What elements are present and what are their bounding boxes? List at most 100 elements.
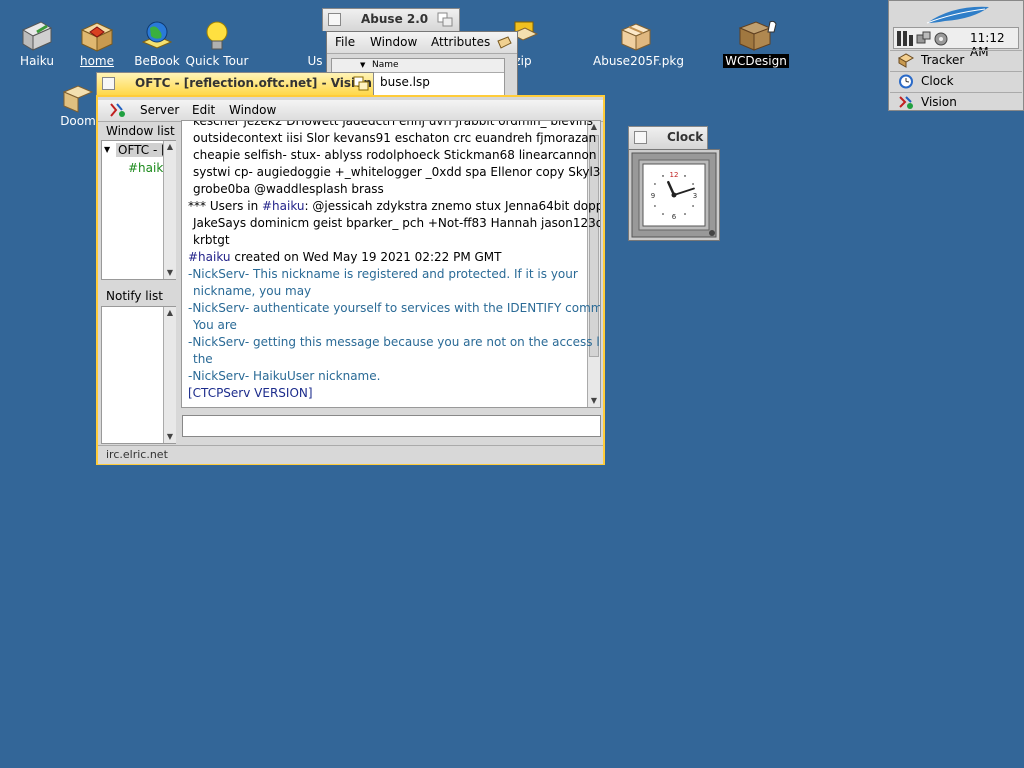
vision-menubar: Server Edit Window [98,100,603,122]
chat-line: JakeSays dominicm geist bparker_ pch +No… [193,216,601,230]
vision-window: Server Edit Window Window list ▼ OFTC - … [96,95,605,465]
name-column-header[interactable]: ▼ Name [332,59,504,73]
desktop-icon-label: WCDesign [723,54,789,68]
menu-edit[interactable]: Edit [192,103,215,117]
chat-line: #haiku created on Wed May 19 2021 02:22 … [188,250,502,264]
vision-window-title: OFTC - [reflection.oftc.net] - Vision [135,76,372,90]
vision-window-tab[interactable]: OFTC - [reflection.oftc.net] - Vision [96,72,374,95]
clock-window: 12 3 6 9 [628,149,720,241]
abuse-close-button[interactable] [328,13,341,26]
menu-attributes[interactable]: Attributes [431,35,490,49]
menu-file[interactable]: File [335,35,355,49]
home-folder-icon [80,22,114,52]
clock-tick [654,205,656,207]
cpu-monitor-icon[interactable] [897,31,915,46]
chat-line: -NickServ- This nickname is registered a… [188,267,578,281]
deskbar: 11:12 AM Tracker Clock Vision [888,0,1024,111]
volume-icon[interactable] [934,31,948,47]
deskbar-item-tracker[interactable]: Tracker [890,50,1022,70]
chat-line: krbtgt [193,233,230,247]
desktop-icon-label: Us [307,54,323,68]
scroll-up-icon[interactable]: ▲ [164,141,176,153]
chat-line: kescher jezek2 DHowett jadedctrl ennj uv… [193,120,593,128]
window-list-scrollbar[interactable]: ▲ ▼ [163,141,176,279]
zoom-icon[interactable] [353,76,369,91]
desktop-icon-quick-tour[interactable]: Quick Tour [172,18,262,68]
network-icon[interactable] [916,31,932,47]
scroll-down-icon[interactable]: ▼ [588,395,600,407]
notify-list-panel: ▲ ▼ [101,306,176,444]
vision-app-icon[interactable] [108,102,126,119]
abuse-window-tab[interactable]: Abuse 2.0 [322,8,460,31]
desktop-icon-label: Abuse205F.pkg [593,54,684,68]
channel-tree-item[interactable]: #haiku [128,161,164,175]
zoom-icon[interactable] [437,12,453,27]
clock-tick [654,183,656,185]
deskbar-item-vision[interactable]: Vision [890,92,1022,111]
clock-numeral: 9 [651,192,655,200]
clock-close-button[interactable] [634,131,647,144]
window-list-label: Window list [106,124,175,138]
lightbulb-icon [206,21,228,50]
channel-link[interactable]: #haiku [262,199,305,213]
chat-line: -NickServ- getting this message because … [188,335,601,349]
desktop-icon-label: Haiku [20,54,54,68]
clock-tick [684,213,686,215]
desktop-icon-abuse-pkg[interactable]: Abuse205F.pkg [591,18,684,68]
desktop-icon-wcdesign[interactable]: WCDesign [711,18,801,68]
chat-line: systwi cp- augiedoggie +_whitelogger _0x… [193,165,601,179]
desktop-icon-label: home [79,54,115,68]
deskbar-tray: 11:12 AM [893,27,1019,59]
chat-line: nickname, you may [193,284,312,298]
desktop-icon-label: Doom [60,114,96,128]
clock-numeral: 12 [670,171,679,179]
clock-numeral: 3 [693,192,697,200]
clock-tick [692,205,694,207]
clock-app-icon [899,74,913,89]
desktop-icon-label: Quick Tour [185,54,249,68]
chat-line: the [193,352,213,366]
abuse-window-title: Abuse 2.0 [361,12,429,26]
menu-window[interactable]: Window [370,35,417,49]
package-icon [620,23,652,51]
scroll-down-icon[interactable]: ▼ [164,431,176,443]
window-list-panel: ▼ OFTC - [ #haiku ▲ ▼ [101,140,176,280]
menu-window[interactable]: Window [229,103,276,117]
expand-arrow-icon[interactable]: ▼ [104,145,110,154]
clock-tick [662,213,664,215]
bebook-globe-icon [141,21,173,49]
message-input[interactable] [182,415,601,437]
chat-line: You are [193,318,237,332]
status-bar: irc.elric.net [98,445,603,464]
chat-line: -NickServ- authenticate yourself to serv… [188,301,601,315]
vision-icon [899,96,913,109]
scroll-up-icon[interactable]: ▲ [164,307,176,319]
deskbar-item-clock[interactable]: Clock [890,71,1022,91]
clock-tick [684,175,686,177]
clock-tick [692,183,694,185]
vision-close-button[interactable] [102,77,115,90]
haiku-leaf-logo-icon[interactable] [923,3,993,27]
clock-window-title: Clock [667,130,704,144]
server-status: irc.elric.net [106,448,168,461]
chat-line: cheapie selfish- stux- ablyss rodolphoec… [193,148,597,162]
analog-clock-face: 12 3 6 9 [631,152,717,238]
doom-package-icon [62,85,94,113]
tracker-icon [898,53,914,68]
channel-link[interactable]: #haiku [188,250,231,264]
chat-line: outsidecontext iisi Slor kevans91 eschat… [193,131,597,145]
clock-window-tab[interactable]: Clock [628,126,708,149]
server-tree-item[interactable]: OFTC - [ [116,143,164,157]
sort-arrow-icon: ▼ [360,61,366,69]
menu-server[interactable]: Server [140,103,179,117]
chat-line: grobe0ba @waddlesplash brass [193,182,384,196]
file-item[interactable]: buse.lsp [380,75,430,89]
chat-line: [CTCPServ VERSION] [188,386,313,400]
tracker-menu-icon[interactable] [496,35,512,51]
chat-transcript[interactable]: ▲ ▼ kescher jezek2 DHowett jadedctrl enn… [181,120,601,408]
notify-list-scrollbar[interactable]: ▲ ▼ [163,307,176,443]
chat-line: -NickServ- HaikuUser nickname. [188,369,381,383]
clock-numeral: 6 [672,213,677,221]
scroll-down-icon[interactable]: ▼ [164,267,176,279]
clock-tick [662,175,664,177]
